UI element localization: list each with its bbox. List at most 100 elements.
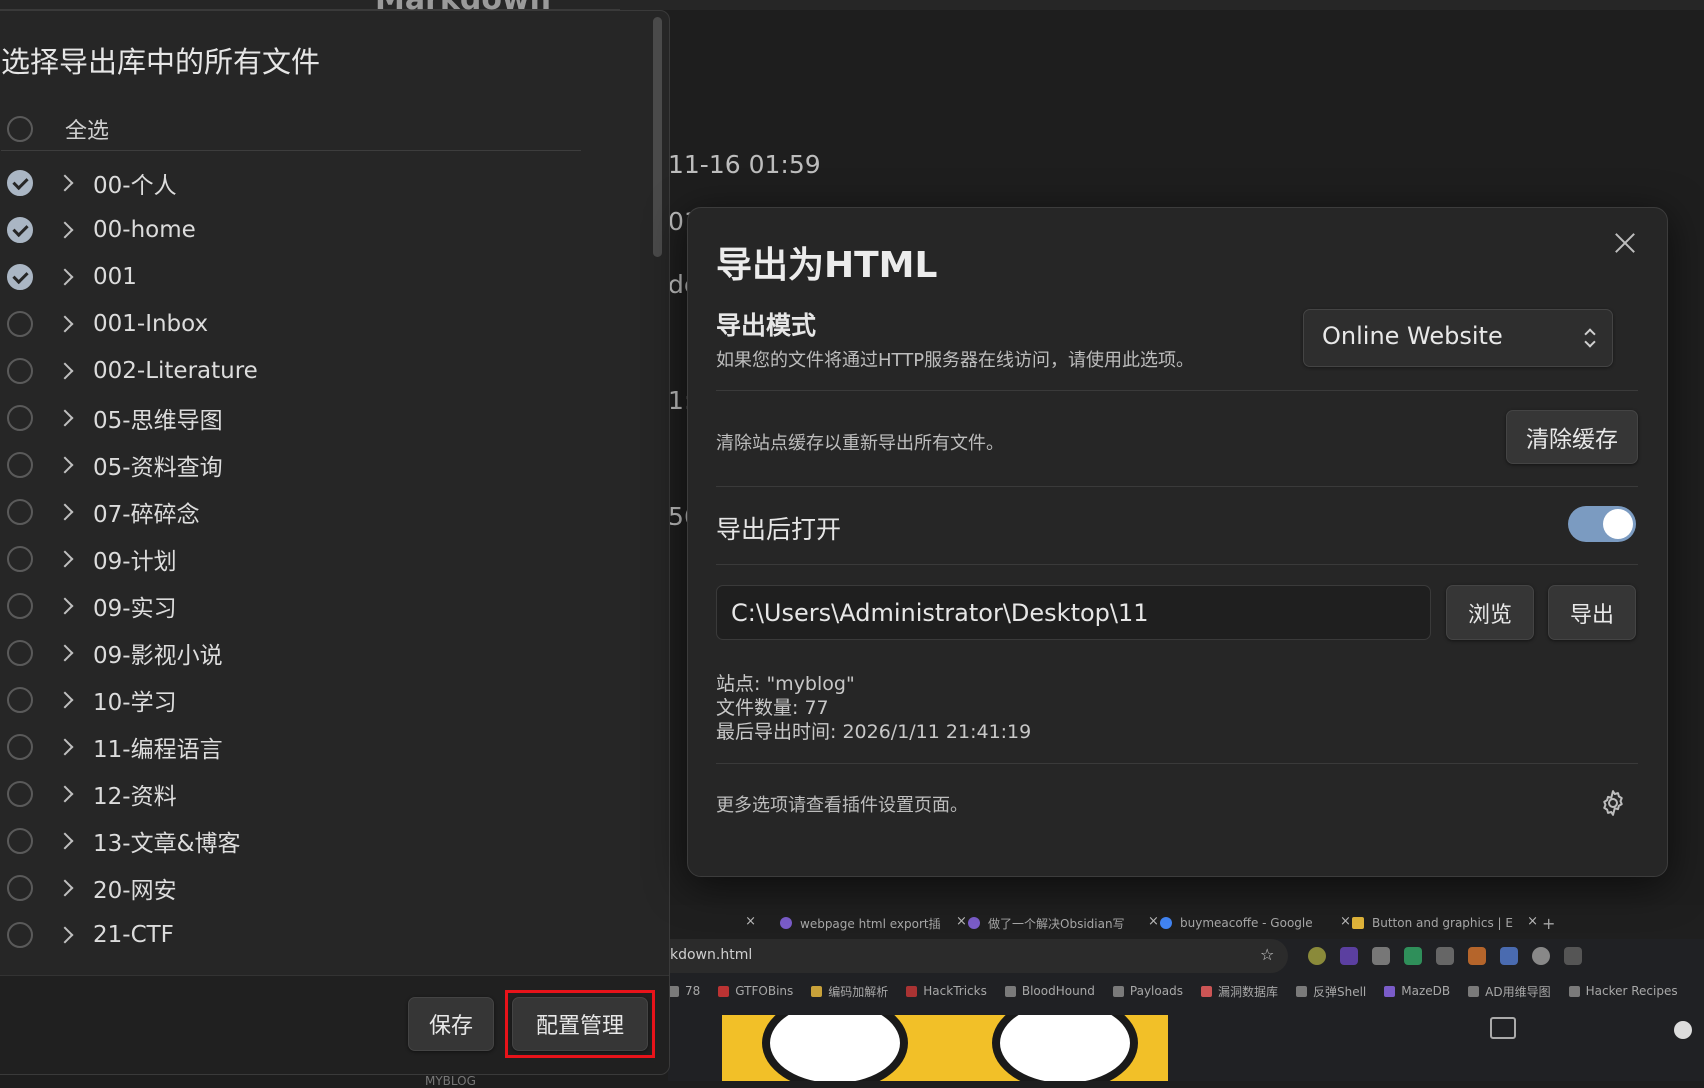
tab-close-icon[interactable]: ×: [1527, 914, 1538, 929]
tree-item[interactable]: 09-计划: [1, 535, 601, 582]
close-icon[interactable]: [1610, 228, 1640, 258]
extension-icon[interactable]: [1404, 947, 1422, 965]
tree-item[interactable]: 11-编程语言: [1, 723, 601, 770]
browser-tab[interactable]: webpage html export插: [780, 909, 958, 937]
item-checkbox[interactable]: [7, 733, 33, 760]
chevron-right-icon[interactable]: [56, 221, 74, 238]
item-checkbox[interactable]: [7, 404, 33, 431]
item-checkbox[interactable]: [7, 921, 33, 948]
tab-close-icon[interactable]: ×: [956, 914, 967, 929]
tree-item[interactable]: 13-文章&博客: [1, 817, 601, 864]
item-checkbox[interactable]: [7, 827, 33, 854]
sidebar-toggle-icon[interactable]: [1490, 1017, 1516, 1039]
chevron-right-icon[interactable]: [56, 738, 74, 755]
open-after-export-toggle[interactable]: [1568, 506, 1636, 542]
chevron-right-icon[interactable]: [56, 832, 74, 849]
extension-icon[interactable]: [1532, 947, 1550, 965]
extension-icon[interactable]: [1372, 947, 1390, 965]
browser-tab[interactable]: ×: [668, 909, 756, 937]
chevron-right-icon[interactable]: [56, 926, 74, 943]
new-tab-button[interactable]: +: [1542, 909, 1555, 937]
chevron-right-icon[interactable]: [56, 268, 74, 285]
browser-address-bar[interactable]: kdown.html ☆: [668, 939, 1288, 973]
browse-button[interactable]: 浏览: [1446, 585, 1534, 640]
config-management-button[interactable]: 配置管理: [512, 997, 648, 1051]
tree-item[interactable]: 12-资料: [1, 770, 601, 817]
tree-item[interactable]: 05-资料查询: [1, 441, 601, 488]
chevron-right-icon[interactable]: [56, 456, 74, 473]
chevron-right-icon[interactable]: [56, 644, 74, 661]
extension-icon[interactable]: [1500, 947, 1518, 965]
browser-tab[interactable]: × buymeacoffe - Google: [1148, 909, 1338, 937]
browser-tab[interactable]: × Button and graphics | E: [1340, 909, 1530, 937]
browser-tab[interactable]: × 做了一个解决Obsidian写: [956, 909, 1146, 937]
chevron-right-icon[interactable]: [56, 174, 74, 191]
tab-close-icon[interactable]: ×: [1148, 914, 1159, 929]
bookmark-item[interactable]: MazeDB: [1384, 984, 1450, 998]
gear-icon[interactable]: [1598, 788, 1628, 818]
bookmark-item[interactable]: 78: [668, 984, 700, 998]
tab-close-icon[interactable]: ×: [745, 914, 756, 929]
select-all-checkbox[interactable]: [7, 116, 33, 142]
chevron-right-icon[interactable]: [56, 550, 74, 567]
item-checkbox[interactable]: [7, 263, 33, 290]
item-checkbox[interactable]: [7, 686, 33, 713]
item-checkbox[interactable]: [7, 874, 33, 901]
bookmark-item[interactable]: BloodHound: [1004, 984, 1095, 998]
bookmark-item[interactable]: HackTricks: [906, 984, 987, 998]
item-checkbox[interactable]: [7, 310, 33, 337]
chevron-right-icon[interactable]: [56, 691, 74, 708]
export-button[interactable]: 导出: [1548, 585, 1636, 640]
tree-item[interactable]: 001-Inbox: [1, 300, 601, 347]
browser-tab[interactable]: ×: [1518, 909, 1538, 937]
bookmark-item[interactable]: 漏洞数据库: [1200, 983, 1278, 1000]
item-checkbox[interactable]: [7, 451, 33, 478]
bookmark-item[interactable]: Hacker Recipes: [1568, 984, 1678, 998]
tree-item[interactable]: 07-碎碎念: [1, 488, 601, 535]
item-checkbox[interactable]: [7, 216, 33, 243]
tree-item[interactable]: 00-home: [1, 206, 601, 253]
chevron-right-icon[interactable]: [56, 362, 74, 379]
chevron-right-icon[interactable]: [56, 409, 74, 426]
scrollbar-thumb[interactable]: [653, 17, 662, 257]
bookmark-item[interactable]: Payloads: [1112, 984, 1183, 998]
export-mode-select[interactable]: Online Website: [1303, 309, 1613, 367]
bookmark-item[interactable]: AD用维导图: [1468, 983, 1551, 1000]
extension-icon[interactable]: [1340, 947, 1358, 965]
tree-item[interactable]: 21-CTF: [1, 911, 601, 958]
tree-item[interactable]: 05-思维导图: [1, 394, 601, 441]
tree-item[interactable]: 002-Literature: [1, 347, 601, 394]
item-checkbox[interactable]: [7, 592, 33, 619]
avatar[interactable]: [1674, 1021, 1692, 1039]
extension-icon[interactable]: [1308, 947, 1326, 965]
bookmark-item[interactable]: 反弹Shell: [1295, 983, 1366, 1000]
item-checkbox[interactable]: [7, 357, 33, 384]
tree-item[interactable]: 20-网安: [1, 864, 601, 911]
select-all-row[interactable]: 全选: [1, 109, 581, 149]
bookmark-star-icon[interactable]: ☆: [1260, 945, 1274, 964]
item-checkbox[interactable]: [7, 169, 33, 196]
tree-item[interactable]: 10-学习: [1, 676, 601, 723]
item-checkbox[interactable]: [7, 780, 33, 807]
item-checkbox[interactable]: [7, 498, 33, 525]
chevron-right-icon[interactable]: [56, 879, 74, 896]
clear-cache-button[interactable]: 清除缓存: [1506, 410, 1638, 464]
bookmark-item[interactable]: 编码加解析: [811, 983, 888, 1000]
tree-item[interactable]: 00-个人: [1, 159, 601, 206]
chevron-right-icon[interactable]: [56, 785, 74, 802]
chevron-right-icon[interactable]: [56, 315, 74, 332]
export-path-input[interactable]: [716, 585, 1431, 640]
chevron-right-icon[interactable]: [56, 503, 74, 520]
bookmark-item[interactable]: GTFOBins: [718, 984, 793, 998]
extension-icon[interactable]: [1468, 947, 1486, 965]
item-checkbox[interactable]: [7, 545, 33, 572]
chevron-right-icon[interactable]: [56, 597, 74, 614]
tree-item[interactable]: 001: [1, 253, 601, 300]
item-checkbox[interactable]: [7, 639, 33, 666]
tree-item[interactable]: 09-实习: [1, 582, 601, 629]
puzzle-icon[interactable]: [1564, 947, 1582, 965]
tree-item[interactable]: 09-影视小说: [1, 629, 601, 676]
tab-close-icon[interactable]: ×: [1340, 914, 1351, 929]
extension-icon[interactable]: [1436, 947, 1454, 965]
save-button[interactable]: 保存: [408, 997, 494, 1051]
